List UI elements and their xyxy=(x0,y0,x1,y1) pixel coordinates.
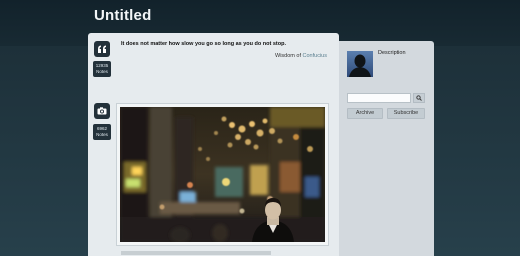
notes-label: Notes xyxy=(96,131,108,137)
notes-label: Notes xyxy=(96,68,108,74)
subscribe-button[interactable]: Subscribe xyxy=(387,108,425,119)
quote-source-link[interactable]: Confucius xyxy=(303,53,327,59)
notes-badge[interactable]: 6962 Notes xyxy=(93,124,111,140)
quote-text: It does not matter how slow you go so lo… xyxy=(121,41,286,47)
search-button[interactable] xyxy=(413,93,425,103)
quote-icon[interactable] xyxy=(94,41,110,57)
search-input[interactable] xyxy=(347,93,411,103)
photo-caption xyxy=(121,251,271,255)
quote-source: Wisdom of Confucius xyxy=(275,53,327,59)
archive-button[interactable]: Archive xyxy=(347,108,383,119)
avatar[interactable] xyxy=(347,51,373,77)
notes-badge[interactable]: 12935 Notes xyxy=(93,61,111,77)
photo-frame xyxy=(116,103,329,246)
post-photo[interactable] xyxy=(120,107,325,242)
posts-column: 12935 Notes It does not matter how slow … xyxy=(88,33,339,256)
sidebar: Description Archive Subscribe xyxy=(339,41,434,256)
camera-icon[interactable] xyxy=(94,103,110,119)
blog-title[interactable]: Untitled xyxy=(94,7,151,24)
blog-description: Description xyxy=(378,50,406,56)
quote-source-prefix: Wisdom of xyxy=(275,53,301,59)
search-icon xyxy=(416,95,422,101)
